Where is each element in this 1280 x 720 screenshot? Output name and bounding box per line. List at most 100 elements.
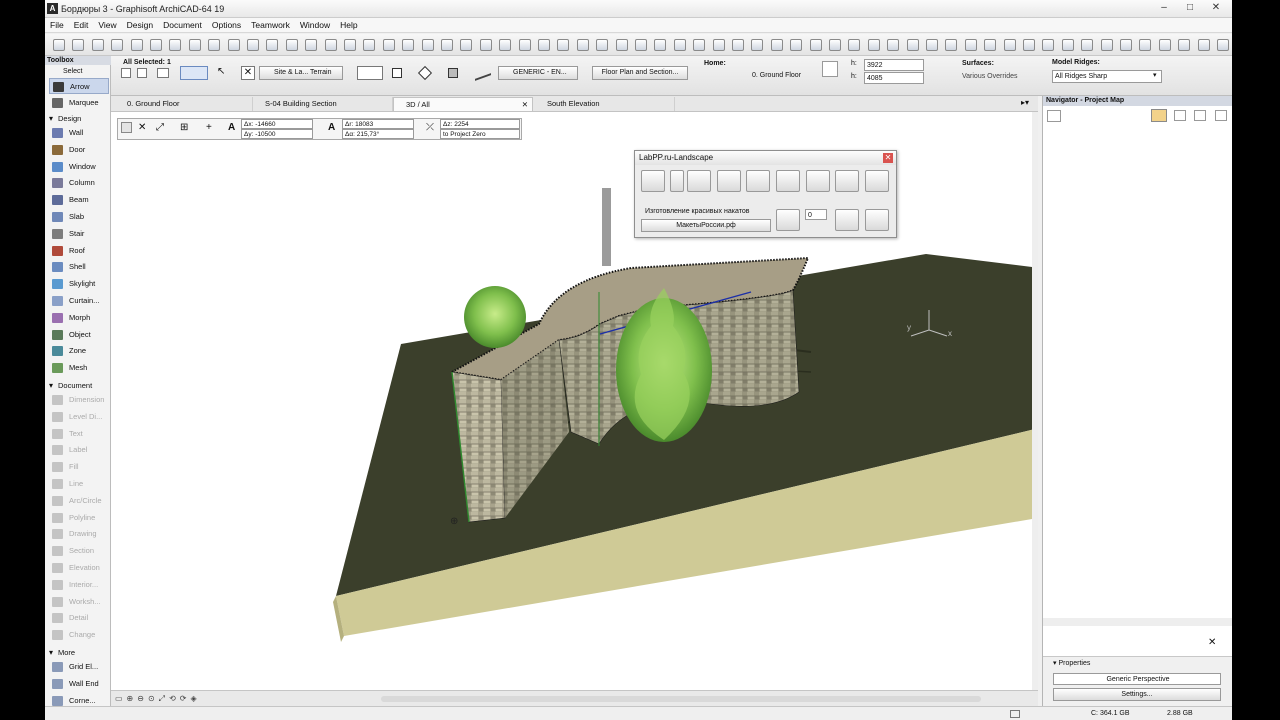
attributes-icon[interactable] xyxy=(1120,39,1132,51)
split-icon[interactable] xyxy=(790,39,803,51)
tool-door[interactable]: Door xyxy=(49,142,109,158)
geometry-method-button[interactable] xyxy=(180,66,208,80)
menu-edit[interactable]: Edit xyxy=(69,18,94,32)
merge-icon[interactable] xyxy=(984,39,997,51)
menu-design[interactable]: Design xyxy=(122,18,158,32)
align-icon[interactable] xyxy=(596,39,609,51)
home-story-value[interactable]: 0. Ground Floor xyxy=(752,72,801,79)
cut-icon[interactable] xyxy=(169,39,182,51)
close-icon[interactable]: ✕ xyxy=(1205,2,1227,15)
tool-roof[interactable]: Roof xyxy=(49,243,109,259)
menu-file[interactable]: File xyxy=(45,18,69,32)
tool-stair[interactable]: Stair xyxy=(49,226,109,242)
tool-marquee[interactable]: Marquee xyxy=(49,95,109,111)
document-section-header[interactable]: Document xyxy=(49,381,92,390)
adjust-icon[interactable] xyxy=(964,39,977,51)
snap-icon[interactable] xyxy=(121,122,132,133)
palette-tool-6-icon[interactable] xyxy=(776,170,800,192)
mirror-icon[interactable] xyxy=(732,39,744,51)
trim-icon[interactable] xyxy=(809,39,822,51)
menu-document[interactable]: Document xyxy=(158,18,207,32)
section-icon[interactable] xyxy=(479,39,492,51)
eyedropper-icon[interactable] xyxy=(576,39,589,51)
magic-wand-icon[interactable] xyxy=(285,39,298,51)
reference-icon[interactable] xyxy=(344,39,356,51)
palette-tool-7-icon[interactable] xyxy=(806,170,830,192)
site-landscape-button[interactable]: Site & La... Terrain xyxy=(259,66,343,80)
surfaces-value[interactable]: Various Overrides xyxy=(962,73,1018,80)
zoom-controls-icon[interactable]: ▭⊕⊖⊙⤢⟲⟳◈ xyxy=(115,694,305,704)
project-map-icon[interactable] xyxy=(1151,109,1167,122)
trace-icon[interactable] xyxy=(324,39,337,51)
menu-options[interactable]: Options xyxy=(207,18,246,32)
height-field-1[interactable]: 3922 xyxy=(864,59,924,71)
tool-column[interactable]: Column xyxy=(49,175,109,191)
stretch-icon[interactable] xyxy=(829,39,841,51)
save-icon[interactable] xyxy=(91,39,104,51)
plus-icon[interactable]: + xyxy=(206,122,212,133)
tab-3d-all[interactable]: 3D / All ✕ xyxy=(393,97,533,111)
copy-icon[interactable] xyxy=(188,39,201,51)
tool-object[interactable]: Object xyxy=(49,327,109,343)
zones-icon[interactable] xyxy=(1197,39,1210,51)
find-icon[interactable] xyxy=(227,39,240,51)
transform-icon[interactable]: ⤢ xyxy=(156,122,164,133)
minimize-icon[interactable]: – xyxy=(1153,2,1175,15)
tool-slab[interactable]: Slab xyxy=(49,209,109,225)
lock-icon[interactable] xyxy=(673,39,686,51)
palette-tool-5-icon[interactable] xyxy=(746,170,770,192)
palette-counter-field[interactable]: 0 xyxy=(805,209,827,220)
tool-arc-circle[interactable]: Arc/Circle xyxy=(49,493,109,509)
menu-view[interactable]: View xyxy=(93,18,121,32)
tool-dimension[interactable]: Dimension xyxy=(49,392,109,408)
tool-zone[interactable]: Zone xyxy=(49,343,109,359)
offset-icon[interactable] xyxy=(770,39,783,51)
palette-tool-3-icon[interactable] xyxy=(687,170,711,192)
intersect-icon[interactable] xyxy=(945,39,958,51)
tool-detail[interactable]: Detail xyxy=(49,610,109,626)
paste-icon[interactable] xyxy=(208,39,221,51)
group-icon[interactable] xyxy=(635,39,647,51)
tool-morph[interactable]: Morph xyxy=(49,310,109,326)
print-icon[interactable] xyxy=(111,39,124,51)
composites-icon[interactable] xyxy=(1158,39,1171,51)
rectangle-icon[interactable] xyxy=(392,68,402,78)
grid-snap-icon[interactable]: ⊞ xyxy=(180,122,188,133)
zoom-icon[interactable] xyxy=(421,39,434,51)
rotate-icon[interactable] xyxy=(751,39,764,51)
tool-fill[interactable]: Fill xyxy=(49,459,109,475)
menu-teamwork[interactable]: Teamwork xyxy=(246,18,295,32)
tool-text[interactable]: Text xyxy=(49,426,109,442)
select-mode-icon[interactable] xyxy=(121,68,131,78)
tool-change[interactable]: Change xyxy=(49,627,109,643)
properties-value-field[interactable]: Generic Perspective xyxy=(1053,673,1221,685)
settings-button[interactable]: Settings... xyxy=(1053,688,1221,701)
rotated-rectangle-icon[interactable] xyxy=(417,65,433,81)
fillet-icon[interactable] xyxy=(926,39,938,51)
vertical-scrollbar[interactable] xyxy=(1032,112,1038,690)
delta-x-field[interactable]: Δx: -14660 xyxy=(241,119,313,129)
markups-icon[interactable] xyxy=(1217,39,1229,51)
palette-tool-8-icon[interactable] xyxy=(835,170,859,192)
help-icon[interactable] xyxy=(865,209,889,231)
palette-tool-11-icon[interactable] xyxy=(835,209,859,231)
delete-x-icon[interactable]: ✕ xyxy=(138,122,146,133)
library-icon[interactable] xyxy=(1100,39,1113,51)
close-tab-icon[interactable]: ✕ xyxy=(522,98,528,112)
tool-section[interactable]: Section xyxy=(49,543,109,559)
subtract-icon[interactable] xyxy=(1003,39,1016,51)
publish-icon[interactable] xyxy=(1061,39,1074,51)
building-material-dropdown[interactable]: GENERIC - EN... xyxy=(498,66,578,80)
palette-tool-2-icon[interactable] xyxy=(670,170,684,192)
tool-line[interactable]: Line xyxy=(49,476,109,492)
undo-icon[interactable] xyxy=(130,39,143,51)
navigator-hscrollbar[interactable] xyxy=(1043,618,1232,626)
elevation-icon[interactable] xyxy=(499,39,512,51)
render-icon[interactable] xyxy=(557,39,570,51)
navigator-mode-icon[interactable] xyxy=(1047,110,1061,122)
delta-y-field[interactable]: Δy: -10500 xyxy=(241,129,313,139)
tool-window[interactable]: Window xyxy=(49,159,109,175)
tool-worksh[interactable]: Worksh... xyxy=(49,594,109,610)
ungroup-icon[interactable] xyxy=(654,39,667,51)
guide-icon[interactable] xyxy=(382,39,395,51)
